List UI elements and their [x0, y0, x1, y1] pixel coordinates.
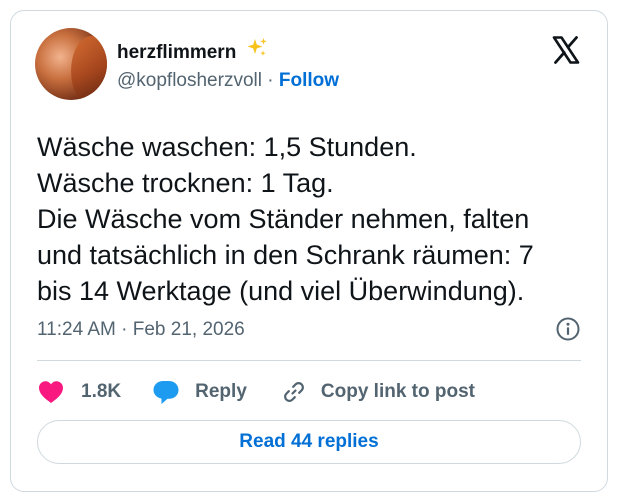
embedded-post-card: herzflimmern @kopflosherzvoll · Follow W… — [10, 10, 608, 492]
follow-button[interactable]: Follow — [279, 70, 339, 91]
avatar[interactable] — [35, 28, 107, 100]
avatar-photo — [71, 36, 107, 100]
post-text-line: Wäsche waschen: 1,5 Stunden. — [37, 132, 417, 162]
link-icon — [281, 379, 307, 405]
action-bar: 1.8K Reply Copy link to post — [37, 374, 475, 410]
like-count: 1.8K — [81, 381, 122, 402]
reply-bubble-icon — [151, 378, 181, 406]
post-text: Wäsche waschen: 1,5 Stunden. Wäsche troc… — [37, 129, 597, 309]
post-text-line: bis 14 Werktage (und viel Überwindung). — [37, 276, 525, 306]
divider — [37, 360, 581, 361]
like-button[interactable]: 1.8K — [37, 379, 121, 405]
x-logo-icon[interactable] — [551, 35, 581, 65]
post-timestamp[interactable]: 11:24 AM · Feb 21, 2026 — [37, 319, 245, 341]
post-text-line: und tatsächlich in den Schrank räumen: 7 — [37, 240, 534, 270]
author-display-name[interactable]: herzflimmern — [117, 36, 269, 66]
sparkles-icon — [245, 36, 269, 66]
post-text-line: Wäsche trocknen: 1 Tag. — [37, 168, 334, 198]
info-icon[interactable] — [555, 316, 581, 342]
author-handle[interactable]: @kopflosherzvoll — [117, 70, 262, 91]
copy-link-label: Copy link to post — [320, 381, 475, 402]
post-text-line: Die Wäsche vom Ständer nehmen, falten — [37, 204, 530, 234]
display-name-text: herzflimmern — [117, 42, 237, 63]
heart-icon — [37, 379, 65, 405]
separator-dot: · — [267, 70, 274, 91]
reply-label: Reply — [195, 381, 247, 402]
copy-link-button[interactable]: Copy link to post — [281, 379, 475, 405]
author-handle-line: @kopflosherzvoll · Follow — [117, 70, 339, 92]
read-replies-button[interactable]: Read 44 replies — [37, 420, 581, 464]
reply-button[interactable]: Reply — [151, 378, 247, 406]
read-replies-label: Read 44 replies — [239, 431, 379, 452]
